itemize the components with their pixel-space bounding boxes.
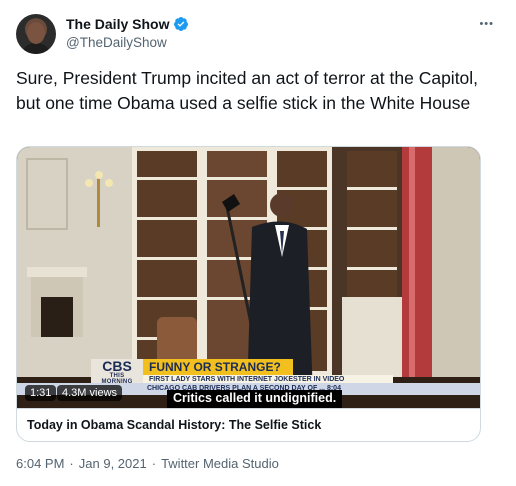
tweet-time[interactable]: 6:04 PM [16,456,64,471]
broadcast-headline: FUNNY OR STRANGE? [143,359,293,375]
author-handle[interactable]: @TheDailyShow [66,35,167,50]
cbs-network-label: CBS [102,358,132,374]
video-duration-badge: 1:31 [25,385,57,401]
tweet: The Daily Show @TheDailyShow ••• Sure, P… [0,0,516,486]
more-options-icon[interactable]: ••• [479,18,494,30]
author-display-name[interactable]: The Daily Show [66,16,169,32]
tweet-source[interactable]: Twitter Media Studio [161,456,279,471]
meta-separator-2: · [151,456,157,471]
video-player[interactable]: CBS THIS MORNING FUNNY OR STRANGE? FIRST… [17,147,480,408]
author-name-row: The Daily Show [66,16,189,32]
broadcast-lower-third: CBS THIS MORNING FUNNY OR STRANGE? FIRST… [91,359,421,385]
avatar-shirt [21,43,51,54]
video-card[interactable]: CBS THIS MORNING FUNNY OR STRANGE? FIRST… [16,146,481,442]
tweet-date[interactable]: Jan 9, 2021 [79,456,147,471]
tweet-text: Sure, President Trump incited an act of … [16,68,479,113]
card-title[interactable]: Today in Obama Scandal History: The Self… [17,408,480,441]
avatar-face [27,22,45,44]
tweet-meta: 6:04 PM · Jan 9, 2021 · Twitter Media St… [16,456,279,471]
cbs-logo: CBS THIS MORNING [91,359,143,385]
video-caption: Critics called it undignified. [167,390,343,408]
verified-badge-icon [174,17,189,32]
video-views-badge: 4.3M views [57,385,123,401]
meta-separator-1: · [69,456,74,471]
avatar[interactable] [16,14,56,54]
